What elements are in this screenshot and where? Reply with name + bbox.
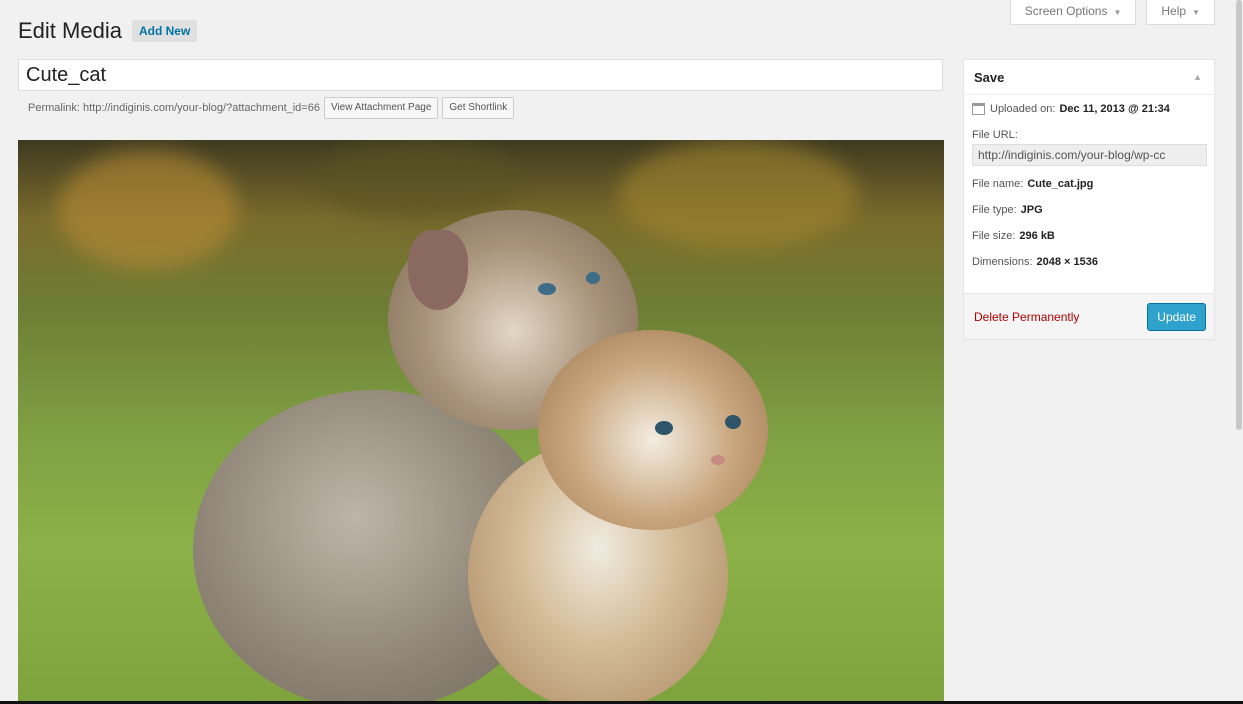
uploaded-on-row: Uploaded on: Dec 11, 2013 @ 21:34 bbox=[972, 103, 1206, 115]
help-label: Help bbox=[1161, 4, 1187, 18]
screen-meta-links: Screen Options ▼ Help ▼ bbox=[1009, 0, 1215, 25]
screen-options-button[interactable]: Screen Options ▼ bbox=[1009, 0, 1137, 25]
page-header: Edit Media Add New bbox=[18, 18, 198, 44]
page-title: Edit Media bbox=[18, 18, 122, 43]
uploaded-on-value: Dec 11, 2013 @ 21:34 bbox=[1059, 103, 1170, 115]
collapse-toggle-icon[interactable]: ▲ bbox=[1193, 72, 1202, 82]
title-input[interactable]: Cute_cat bbox=[18, 59, 943, 91]
file-url-field[interactable]: http://indiginis.com/your-blog/wp-cc bbox=[972, 144, 1207, 166]
add-new-button[interactable]: Add New bbox=[131, 20, 198, 42]
file-type-label: File type: bbox=[972, 204, 1017, 216]
view-attachment-page-button[interactable]: View Attachment Page bbox=[323, 97, 439, 119]
dimensions-label: Dimensions: bbox=[972, 256, 1033, 268]
get-shortlink-button[interactable]: Get Shortlink bbox=[442, 97, 515, 119]
permalink-row: Permalink: http://indiginis.com/your-blo… bbox=[28, 97, 515, 119]
file-size-row: File size: 296 kB bbox=[972, 230, 1206, 242]
update-button[interactable]: Update bbox=[1147, 302, 1206, 331]
caret-down-icon: ▼ bbox=[1192, 8, 1200, 17]
delete-permanently-link[interactable]: Delete Permanently bbox=[974, 310, 1079, 324]
file-name-value: Cute_cat.jpg bbox=[1027, 178, 1094, 190]
scrollbar[interactable] bbox=[1235, 0, 1243, 704]
save-box-title: Save bbox=[974, 69, 1005, 85]
file-size-label: File size: bbox=[972, 230, 1016, 242]
dimensions-row: Dimensions: 2048 × 1536 bbox=[972, 256, 1206, 268]
scrollbar-thumb[interactable] bbox=[1236, 0, 1242, 430]
media-image bbox=[18, 140, 944, 704]
help-button[interactable]: Help ▼ bbox=[1146, 0, 1215, 25]
uploaded-on-label: Uploaded on: bbox=[990, 103, 1056, 115]
file-size-value: 296 kB bbox=[1019, 230, 1055, 242]
file-type-value: JPG bbox=[1020, 204, 1043, 216]
screen-options-label: Screen Options bbox=[1024, 4, 1108, 18]
caret-down-icon: ▼ bbox=[1113, 8, 1122, 17]
file-name-label: File name: bbox=[972, 178, 1024, 190]
calendar-icon bbox=[972, 103, 985, 115]
file-url-label: File URL: bbox=[972, 129, 1018, 141]
file-type-row: File type: JPG bbox=[972, 204, 1206, 216]
save-box-footer: Delete Permanently Update bbox=[964, 293, 1214, 339]
permalink-text[interactable]: Permalink: http://indiginis.com/your-blo… bbox=[28, 102, 320, 114]
dimensions-value: 2048 × 1536 bbox=[1036, 256, 1099, 268]
save-box-header[interactable]: Save ▲ bbox=[964, 60, 1214, 95]
file-name-row: File name: Cute_cat.jpg bbox=[972, 178, 1206, 190]
save-meta-box: Save ▲ Uploaded on: Dec 11, 2013 @ 21:34… bbox=[963, 59, 1215, 340]
